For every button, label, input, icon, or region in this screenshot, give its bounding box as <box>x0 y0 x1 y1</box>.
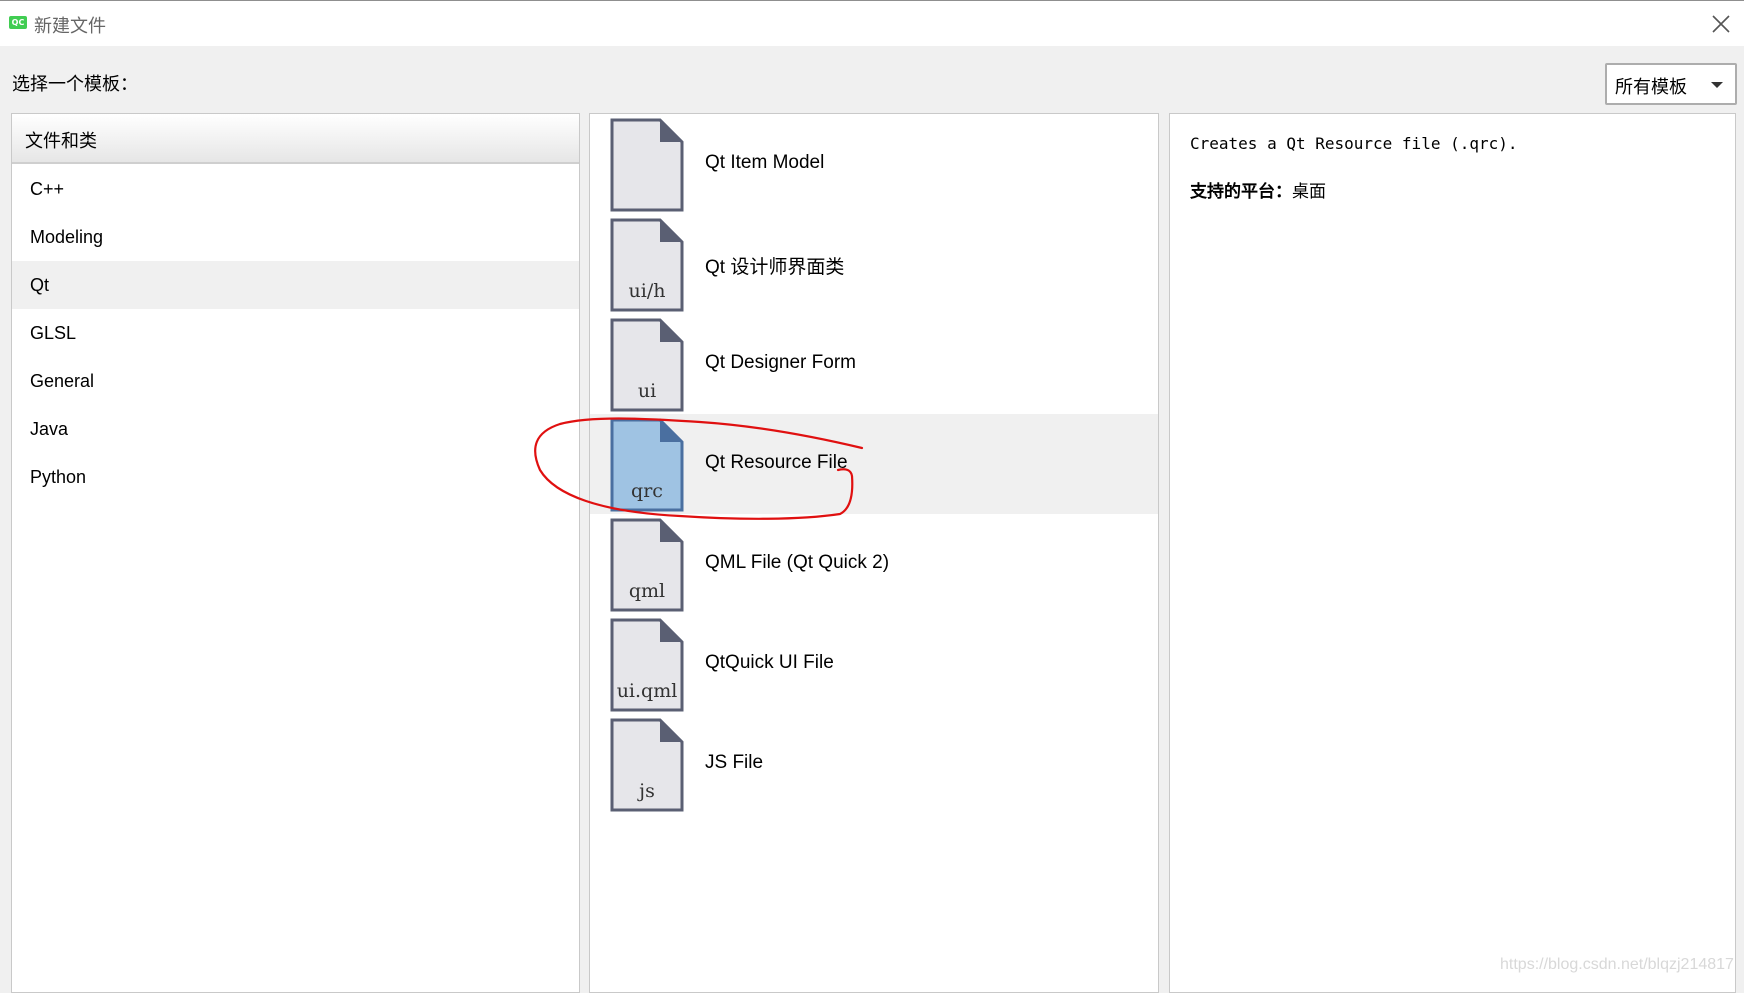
chevron-down-icon <box>1711 82 1723 88</box>
file-type-tag: js <box>639 780 655 802</box>
close-icon <box>1712 15 1730 33</box>
template-list: Qt Item Model ui/h Qt 设计师界面类 ui Qt Designer … <box>590 114 1158 814</box>
template-item[interactable]: ui.qml QtQuick UI File <box>590 614 1158 714</box>
template-item-label: Qt Item Model <box>705 152 825 173</box>
description-panel: Creates a Qt Resource file (.qrc). 支持的平台… <box>1169 113 1736 993</box>
category-item-c-[interactable]: C++ <box>12 165 579 213</box>
title-bar: QC 新建文件 <box>0 0 1744 46</box>
template-item-label: Qt 设计师界面类 <box>705 257 845 278</box>
qt-creator-logo-icon: QC <box>9 16 27 29</box>
template-item[interactable]: js JS File <box>590 714 1158 814</box>
template-filter-value: 所有模板 <box>1615 77 1687 98</box>
category-item-general[interactable]: General <box>12 357 579 405</box>
new-file-dialog: QC 新建文件 选择一个模板： 所有模板 文件和类 C++ Modeling Qt G… <box>0 0 1744 993</box>
template-item[interactable]: qml QML File (Qt Quick 2) <box>590 514 1158 614</box>
file-type-tag: ui.qml <box>616 680 678 702</box>
template-item-label: QtQuick UI File <box>705 652 834 673</box>
template-item[interactable]: qrc Qt Resource File <box>590 414 1158 514</box>
template-description: Creates a Qt Resource file (.qrc). <box>1190 134 1518 153</box>
template-panel: Qt Item Model ui/h Qt 设计师界面类 ui Qt Designer … <box>589 113 1159 993</box>
file-type-tag: ui/h <box>628 280 666 302</box>
window-title: 新建文件 <box>34 16 106 37</box>
category-item-glsl[interactable]: GLSL <box>12 309 579 357</box>
file-type-tag: ui <box>637 380 657 402</box>
file-type-tag: qml <box>628 580 666 602</box>
template-item-label: Qt Resource File <box>705 452 848 473</box>
category-item-java[interactable]: Java <box>12 405 579 453</box>
template-item[interactable]: ui Qt Designer Form <box>590 314 1158 414</box>
blank-file-icon <box>610 118 684 212</box>
file-type-tag: qrc <box>631 480 663 502</box>
category-item-modeling[interactable]: Modeling <box>12 213 579 261</box>
template-item-label: Qt Designer Form <box>705 352 856 373</box>
category-group-header[interactable]: 文件和类 <box>12 114 579 164</box>
platform-label: 支持的平台： <box>1190 182 1292 202</box>
category-panel: 文件和类 C++ Modeling Qt GLSL General Java Python <box>11 113 580 993</box>
template-item[interactable]: ui/h Qt 设计师界面类 <box>590 214 1158 314</box>
supported-platforms: 支持的平台：桌面 <box>1190 177 1326 202</box>
category-list: C++ Modeling Qt GLSL General Java Python <box>12 165 579 501</box>
category-item-qt[interactable]: Qt <box>12 261 579 309</box>
template-item-label: QML File (Qt Quick 2) <box>705 552 890 573</box>
close-button[interactable] <box>1710 13 1732 35</box>
choose-template-label: 选择一个模板： <box>12 74 138 95</box>
watermark-text: https://blog.csdn.net/blqzj214817 <box>1500 956 1734 973</box>
template-item[interactable]: Qt Item Model <box>590 114 1158 214</box>
template-item-label: JS File <box>705 752 764 773</box>
category-item-python[interactable]: Python <box>12 453 579 501</box>
category-group-label: 文件和类 <box>25 131 97 152</box>
template-filter-dropdown[interactable]: 所有模板 <box>1605 63 1737 105</box>
platform-value: 桌面 <box>1292 182 1326 202</box>
